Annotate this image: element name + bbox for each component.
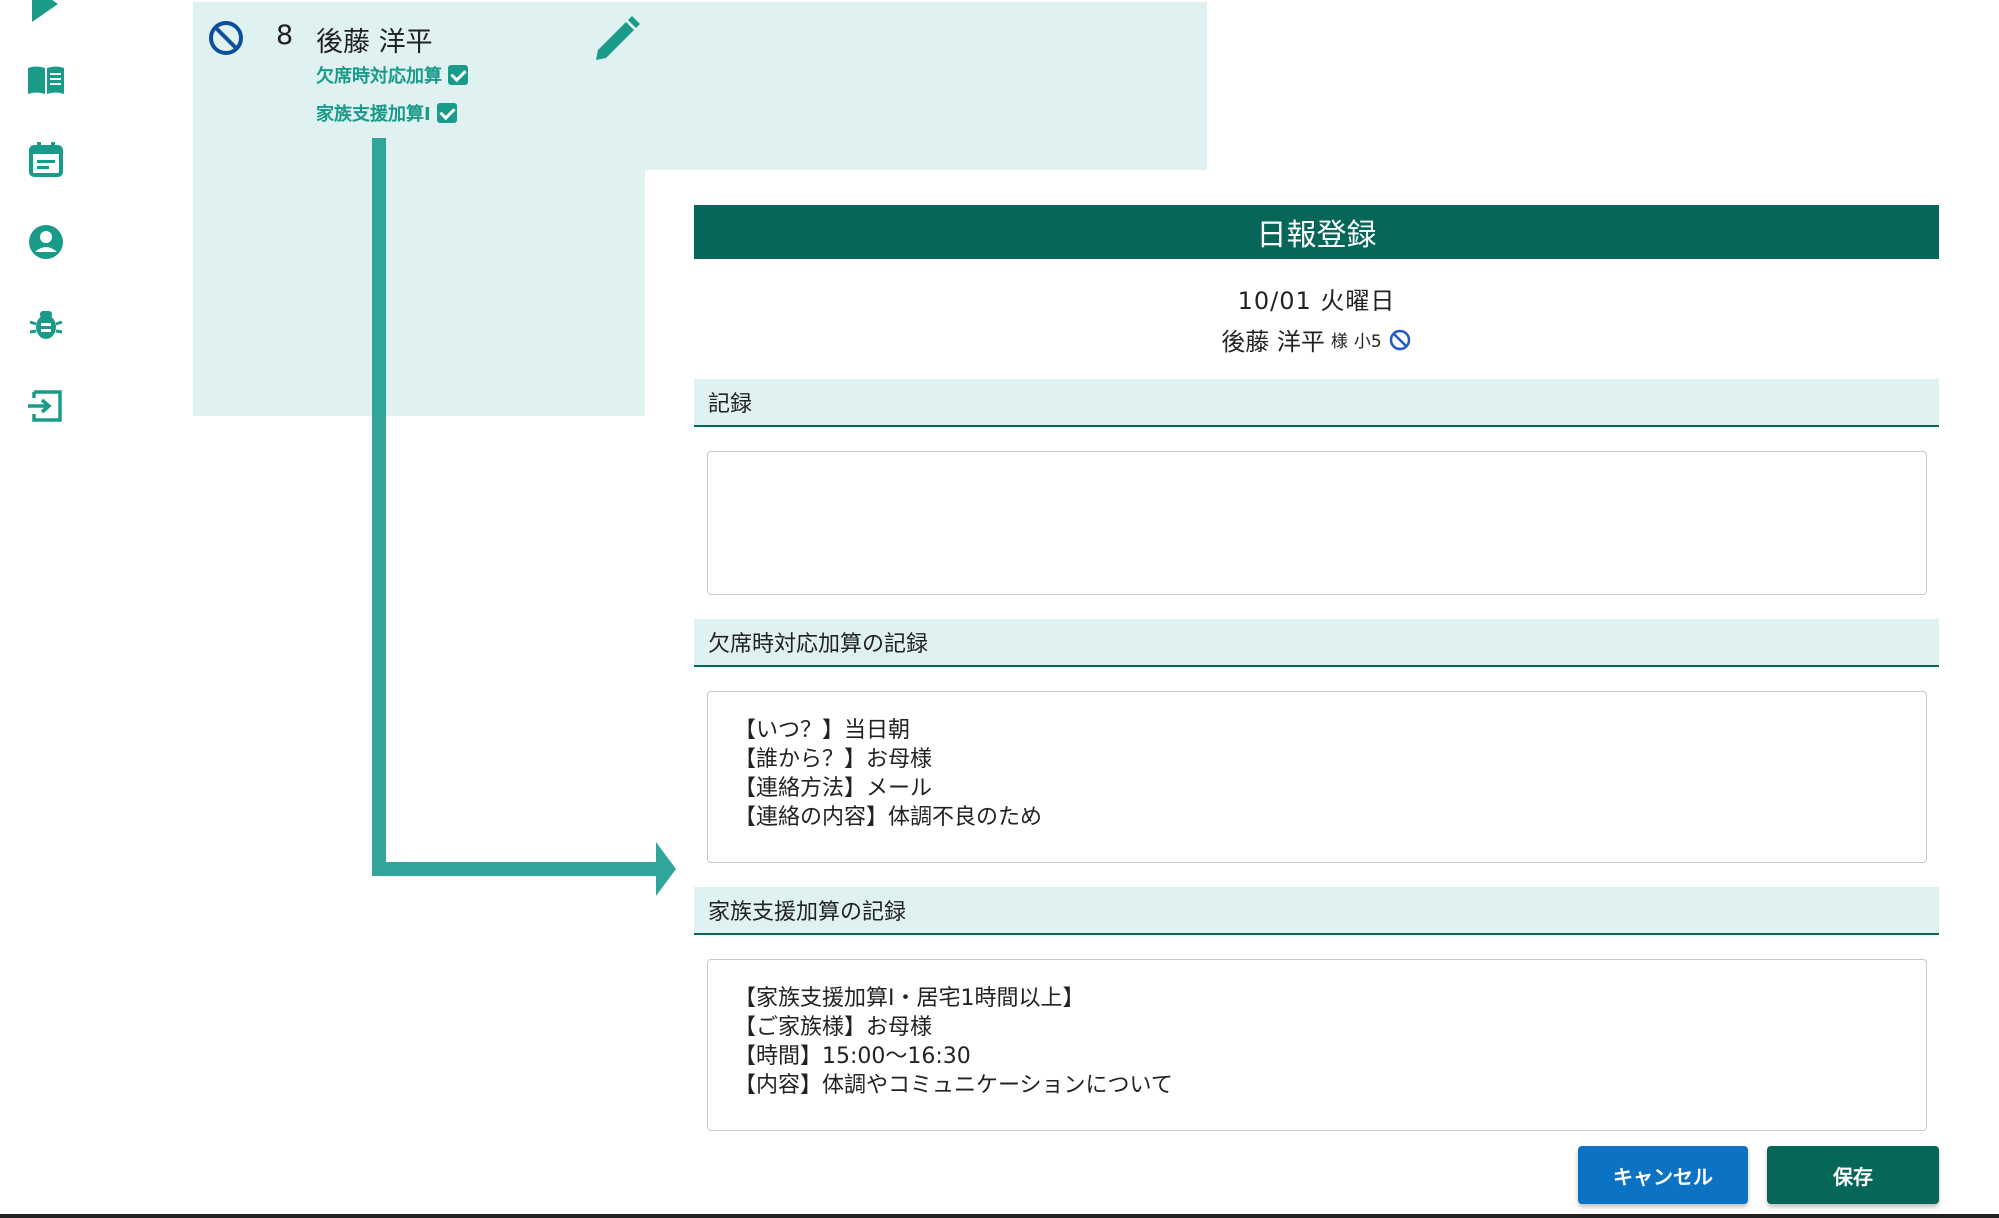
save-button[interactable]: 保存 bbox=[1767, 1146, 1939, 1204]
cancel-button[interactable]: キャンセル bbox=[1578, 1146, 1748, 1204]
family-support-section-header: 家族支援加算の記録 bbox=[694, 887, 1939, 935]
dialog-user: 後藤 洋平 様 小5 bbox=[694, 322, 1939, 357]
record-textarea[interactable] bbox=[707, 451, 1927, 595]
addon-family-support: 家族支援加算Ⅰ bbox=[316, 100, 457, 126]
bug-icon[interactable] bbox=[24, 302, 68, 346]
row-number: 8 bbox=[276, 20, 294, 51]
dialog-title: 日報登録 bbox=[694, 205, 1939, 259]
absence-textarea[interactable]: 【いつ？】当日朝 【誰から？】お母様 【連絡方法】メール 【連絡の内容】体調不良… bbox=[707, 691, 1927, 863]
checkbox-checked-icon bbox=[448, 65, 468, 85]
row-user-name: 後藤 洋平 bbox=[316, 27, 433, 58]
dialog-user-honorific: 様 bbox=[1330, 332, 1348, 352]
connector-line-horizontal bbox=[372, 862, 658, 876]
book-icon[interactable] bbox=[24, 58, 68, 102]
record-section-header: 記録 bbox=[694, 379, 1939, 427]
daily-report-dialog: 日報登録 10/01 火曜日 後藤 洋平 様 小5 記録 欠席時対応加算の記録 … bbox=[694, 205, 1939, 1131]
absent-icon bbox=[1389, 329, 1410, 350]
dialog-user-name: 後藤 洋平 bbox=[1221, 328, 1325, 356]
user-icon[interactable] bbox=[24, 220, 68, 264]
dialog-user-grade: 小5 bbox=[1353, 332, 1382, 352]
addon-absence-label: 欠席時対応加算 bbox=[316, 66, 442, 87]
absence-section: 欠席時対応加算の記録 【いつ？】当日朝 【誰から？】お母様 【連絡方法】メール … bbox=[694, 619, 1939, 863]
addon-family-support-label: 家族支援加算Ⅰ bbox=[316, 104, 431, 125]
family-support-textarea[interactable]: 【家族支援加算Ⅰ・居宅1時間以上】 【ご家族様】お母様 【時間】15:00〜16… bbox=[707, 959, 1927, 1131]
dialog-date: 10/01 火曜日 bbox=[1237, 287, 1396, 315]
play-icon[interactable] bbox=[24, 0, 68, 26]
edit-pencil-icon[interactable] bbox=[588, 10, 642, 64]
connector-arrowhead-icon bbox=[656, 842, 676, 896]
calendar-icon[interactable] bbox=[24, 138, 68, 182]
record-section: 記録 bbox=[694, 379, 1939, 595]
absence-section-header: 欠席時対応加算の記録 bbox=[694, 619, 1939, 667]
checkbox-checked-icon bbox=[436, 103, 457, 123]
family-support-section: 家族支援加算の記録 【家族支援加算Ⅰ・居宅1時間以上】 【ご家族様】お母様 【時… bbox=[694, 887, 1939, 1131]
absent-icon bbox=[209, 21, 243, 55]
bottom-border bbox=[0, 1214, 1999, 1218]
connector-line-vertical bbox=[372, 138, 386, 876]
addon-absence: 欠席時対応加算 bbox=[316, 62, 468, 88]
logout-icon[interactable] bbox=[24, 384, 68, 428]
